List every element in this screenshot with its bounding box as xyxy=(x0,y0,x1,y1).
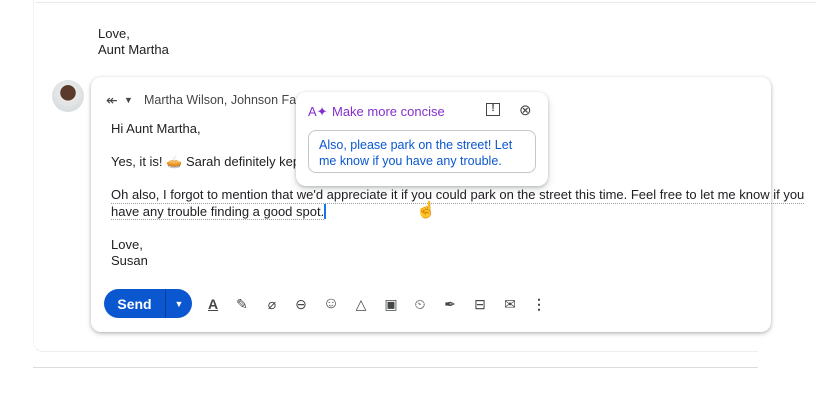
closing: Love, xyxy=(111,237,143,252)
signature-icon[interactable]: ✒ xyxy=(441,295,459,313)
send-button-group[interactable]: Send ▼ xyxy=(104,289,192,318)
popup-title: Make more concise xyxy=(332,104,445,119)
send-button[interactable]: Send xyxy=(104,289,165,318)
help-me-write-popup: A✦ Make more concise ! ⊗ Also, please pa… xyxy=(296,92,548,186)
signature: Susan xyxy=(111,253,148,268)
sparkle-text-icon: A✦ xyxy=(308,104,328,119)
more-icon[interactable]: ⋮ xyxy=(530,295,548,313)
feedback-icon[interactable]: ! xyxy=(486,103,500,116)
previous-closing: Love, xyxy=(98,26,130,41)
reply-type-dropdown-icon[interactable]: ▼ xyxy=(124,92,133,108)
avatar[interactable] xyxy=(52,80,84,112)
drive-icon[interactable]: △ xyxy=(352,295,370,313)
greeting: Hi Aunt Martha, xyxy=(111,121,201,136)
photo-icon[interactable]: ▣ xyxy=(382,295,400,313)
body-line: Yes, it is! 🥧 Sarah definitely kept Ti xyxy=(111,154,318,169)
template-icon[interactable]: ✉ xyxy=(501,295,519,313)
text-cursor xyxy=(324,204,327,219)
hand-cursor-icon: ☝ xyxy=(416,202,436,219)
text-format-icon[interactable]: A xyxy=(204,295,222,313)
magic-pen-icon[interactable]: ✎ xyxy=(233,295,251,313)
send-options-dropdown[interactable]: ▼ xyxy=(165,289,192,318)
close-icon[interactable]: ⊗ xyxy=(519,103,532,119)
suggestion-text[interactable]: Also, please park on the street! Let me … xyxy=(308,130,536,173)
emoji-icon[interactable]: ☺ xyxy=(322,295,340,313)
confidential-icon[interactable]: ⏲ xyxy=(411,295,429,313)
recipients[interactable]: Martha Wilson, Johnson Fami xyxy=(144,92,309,108)
divider xyxy=(33,367,758,368)
body-paragraph-line[interactable]: have any trouble finding a good spot. xyxy=(111,204,325,220)
attach-icon[interactable]: ⌀ xyxy=(263,295,281,313)
link-icon[interactable]: ⊖ xyxy=(292,295,310,313)
layout-icon[interactable]: ⊟ xyxy=(471,295,489,313)
body-paragraph-line[interactable]: Oh also, I forgot to mention that we'd a… xyxy=(111,187,805,204)
reply-all-icon[interactable]: ↞ xyxy=(106,92,118,108)
previous-signature: Aunt Martha xyxy=(98,42,169,57)
